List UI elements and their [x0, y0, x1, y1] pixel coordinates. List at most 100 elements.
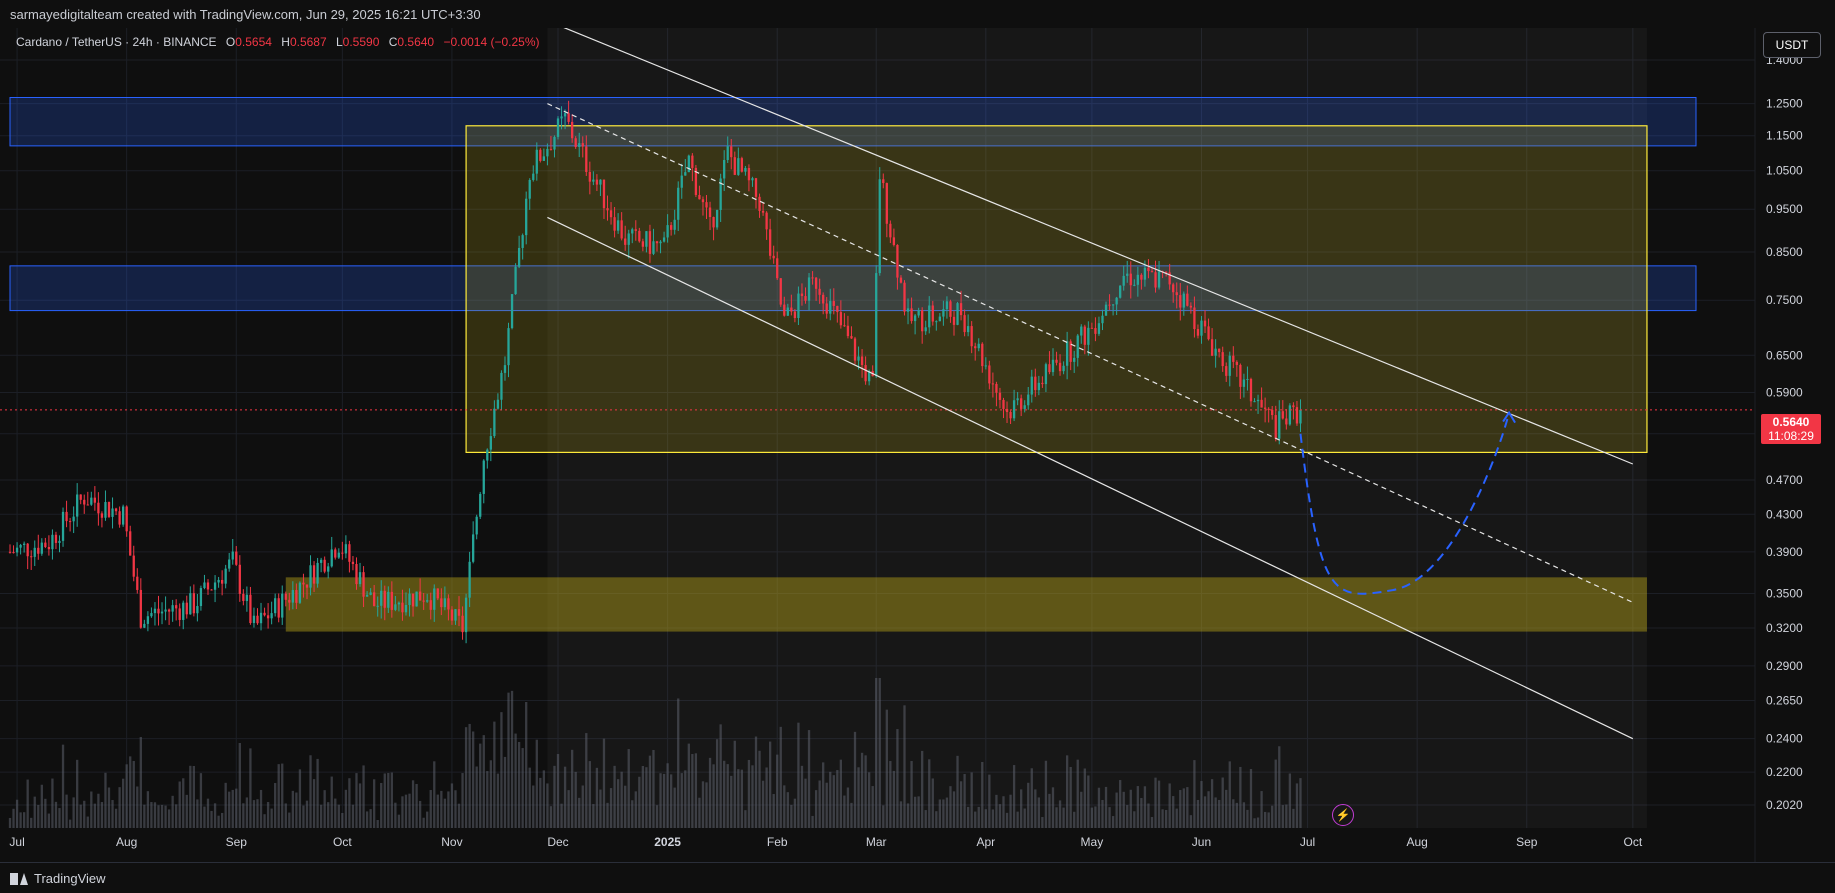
volume-bar: [1143, 786, 1147, 828]
candle-body: [673, 219, 676, 230]
candle-body: [772, 255, 775, 259]
currency-button[interactable]: USDT: [1763, 32, 1821, 58]
volume-bar: [235, 788, 238, 828]
volume-bar: [464, 727, 468, 828]
volume-bar: [1119, 780, 1122, 828]
volume-bar: [422, 817, 425, 828]
volume-bar: [341, 812, 344, 828]
volume-bar: [510, 690, 514, 828]
volume-bar: [765, 767, 768, 828]
candle-body: [1129, 273, 1132, 286]
candle-body: [461, 615, 464, 633]
volume-bar: [627, 749, 630, 828]
time-tick-label: Feb: [767, 835, 788, 849]
candle-body: [1221, 352, 1224, 367]
open-label: O: [225, 35, 236, 49]
candle-body: [970, 326, 973, 347]
time-tick-label: Mar: [866, 835, 887, 849]
candle-body: [68, 521, 72, 523]
volume-bar: [266, 802, 270, 828]
candle-body: [136, 576, 139, 590]
candle-body: [532, 173, 535, 180]
volume-bar: [1175, 808, 1178, 828]
candle-body: [546, 148, 549, 157]
candle-body: [266, 615, 270, 619]
tradingview-logo[interactable]: TradingView: [10, 871, 106, 886]
time-tick-label: Sep: [226, 835, 248, 849]
volume-bar: [1133, 811, 1136, 828]
volume-bar: [1249, 769, 1253, 828]
candle-body: [949, 301, 952, 317]
candle-body: [751, 178, 754, 181]
candle-body: [666, 225, 669, 238]
candle-body: [740, 158, 744, 172]
volume-bar: [1274, 759, 1277, 828]
volume-bar: [86, 816, 89, 828]
volume-bar: [744, 810, 747, 828]
candle-body: [171, 605, 174, 612]
candle-body: [670, 225, 673, 230]
time-tick-label: Jul: [1300, 835, 1315, 849]
volume-bar: [670, 774, 673, 828]
volume-bar: [620, 771, 623, 828]
candle-body: [627, 233, 630, 245]
volume-bar: [153, 802, 157, 828]
volume-bar: [928, 759, 931, 828]
candle-body: [475, 516, 478, 535]
volume-bar: [90, 791, 93, 828]
volume-bar: [783, 785, 786, 828]
price-chart[interactable]: 1.40001.25001.15001.05000.95000.85000.75…: [0, 20, 1835, 862]
volume-bar: [203, 806, 206, 828]
candle-body: [394, 604, 397, 610]
volume-bar: [58, 808, 61, 828]
volume-bar: [599, 789, 602, 828]
volume-bar: [373, 779, 376, 828]
candle-body: [659, 241, 662, 244]
volume-bar: [935, 811, 938, 828]
candle-body: [291, 590, 294, 603]
candle-body: [351, 561, 355, 565]
candle-body: [160, 611, 164, 614]
candle-body: [454, 609, 457, 621]
volume-bar: [846, 787, 850, 828]
candle-body: [829, 301, 832, 314]
candle-body: [514, 266, 517, 295]
candle-body: [146, 616, 150, 624]
lightning-icon[interactable]: ⚡: [1332, 804, 1354, 826]
candle-body: [521, 235, 524, 248]
bar-countdown: 11:08:29: [1768, 429, 1814, 443]
volume-bar: [758, 750, 761, 828]
volume-bar: [277, 764, 280, 828]
candle-body: [517, 247, 521, 267]
volume-bar: [327, 802, 330, 828]
volume-bar: [468, 723, 471, 828]
symbol-title[interactable]: Cardano / TetherUS · 24h · BINANCE: [16, 35, 217, 49]
candle-body: [153, 608, 157, 614]
volume-bar: [737, 769, 740, 828]
volume-bar: [1246, 809, 1249, 828]
candle-body: [143, 623, 146, 628]
candle-body: [1207, 326, 1210, 340]
range-box: [465, 125, 1648, 453]
volume-bar: [242, 803, 245, 828]
price-tick-label: 1.0500: [1766, 164, 1803, 178]
volume-bar: [256, 799, 259, 828]
demand-zone: [285, 577, 1647, 632]
volume-bar: [210, 810, 213, 828]
candle-body: [12, 552, 15, 554]
volume-bar: [655, 805, 659, 828]
candle-body: [549, 148, 553, 150]
candle-body: [680, 175, 683, 188]
candle-body: [192, 593, 195, 614]
volume-bar: [553, 765, 556, 828]
candle-body: [1203, 320, 1207, 327]
candle-body: [121, 506, 125, 525]
candle-body: [1104, 304, 1108, 316]
volume-bar: [998, 804, 1002, 828]
price-tick-label: 0.2900: [1766, 659, 1803, 673]
chart-area[interactable]: 1.4000 1.2500 1.1500 1.0500 0.9500 0.8500 0.75…: [0, 20, 1835, 862]
attribution-bar: sarmayedigitalteam created with TradingV…: [0, 0, 1835, 29]
candle-body: [1182, 293, 1185, 308]
volume-bar: [981, 761, 984, 828]
volume-bar: [1172, 796, 1175, 828]
